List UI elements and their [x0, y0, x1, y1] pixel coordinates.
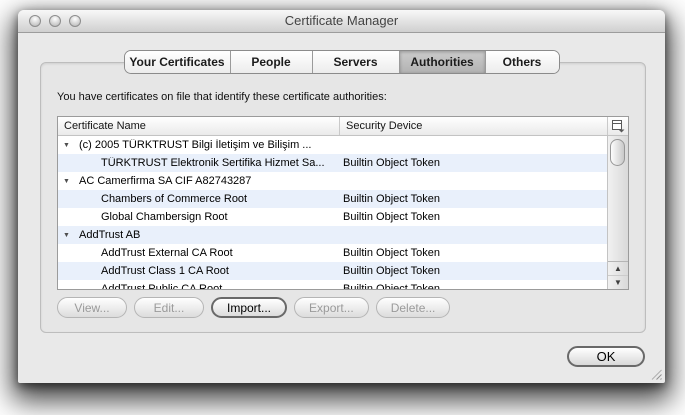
- certificate-name-cell: Global Chambersign Root: [58, 211, 339, 223]
- disclosure-triangle-icon[interactable]: ▼: [63, 178, 79, 185]
- table-row[interactable]: ▼(c) 2005 TÜRKTRUST Bilgi İletişim ve Bi…: [58, 136, 609, 154]
- scroll-down-button[interactable]: ▼: [608, 275, 628, 289]
- certificate-table: Certificate Name Security Device ▼(c) 20…: [57, 116, 629, 290]
- table-row[interactable]: Global Chambersign Root Builtin Object To…: [58, 208, 609, 226]
- table-row[interactable]: AddTrust Public CA Root Builtin Object To…: [58, 280, 609, 289]
- scroll-up-button[interactable]: ▲: [608, 262, 628, 275]
- screen: Certificate Manager Your Certificates Pe…: [0, 0, 685, 415]
- scrollbar-thumb[interactable]: [610, 139, 625, 166]
- delete-button[interactable]: Delete...: [376, 297, 451, 318]
- view-button[interactable]: View...: [57, 297, 127, 318]
- column-picker-icon: [612, 120, 625, 133]
- scroll-down-icon: ▼: [614, 278, 622, 287]
- certificate-name-cell: Chambers of Commerce Root: [58, 193, 339, 205]
- column-picker-button[interactable]: [607, 117, 628, 135]
- certificate-name-text: AddTrust AB: [79, 229, 140, 241]
- certificate-name-text: AddTrust Class 1 CA Root: [101, 265, 229, 277]
- ok-button[interactable]: OK: [567, 346, 645, 367]
- table-row[interactable]: AddTrust External CA Root Builtin Object …: [58, 244, 609, 262]
- certificate-name-cell: AddTrust External CA Root: [58, 247, 339, 259]
- vertical-scrollbar[interactable]: ▲ ▼: [607, 136, 628, 289]
- tab-bar: Your Certificates People Servers Authori…: [124, 50, 560, 74]
- tab-your-certificates[interactable]: Your Certificates: [125, 51, 230, 73]
- security-device-cell: Builtin Object Token: [339, 247, 609, 259]
- disclosure-triangle-icon[interactable]: ▼: [63, 142, 79, 149]
- description-text: You have certificates on file that ident…: [57, 90, 387, 104]
- certificate-name-cell: AddTrust Class 1 CA Root: [58, 265, 339, 277]
- edit-button[interactable]: Edit...: [134, 297, 204, 318]
- certificate-name-cell: ▼AC Camerfirma SA CIF A82743287: [58, 175, 339, 187]
- certificate-name-cell: ▼(c) 2005 TÜRKTRUST Bilgi İletişim ve Bi…: [58, 139, 339, 151]
- certificate-manager-window: Certificate Manager Your Certificates Pe…: [18, 10, 665, 383]
- scroll-up-icon: ▲: [614, 264, 622, 273]
- table-row[interactable]: Chambers of Commerce Root Builtin Object …: [58, 190, 609, 208]
- traffic-lights: [29, 15, 81, 27]
- certificate-name-text: Global Chambersign Root: [101, 211, 228, 223]
- security-device-cell: Builtin Object Token: [339, 283, 609, 289]
- table-rows: ▼(c) 2005 TÜRKTRUST Bilgi İletişim ve Bi…: [58, 136, 609, 289]
- certificate-name-cell: TÜRKTRUST Elektronik Sertifika Hizmet Sa…: [58, 157, 339, 169]
- certificate-name-text: TÜRKTRUST Elektronik Sertifika Hizmet Sa…: [101, 157, 325, 169]
- certificate-name-text: Chambers of Commerce Root: [101, 193, 247, 205]
- table-row[interactable]: AddTrust Class 1 CA Root Builtin Object T…: [58, 262, 609, 280]
- security-device-cell: Builtin Object Token: [339, 193, 609, 205]
- certificate-name-text: AC Camerfirma SA CIF A82743287: [79, 175, 251, 187]
- disclosure-triangle-icon[interactable]: ▼: [63, 232, 79, 239]
- column-header-security-device[interactable]: Security Device: [339, 117, 607, 135]
- certificate-name-text: AddTrust External CA Root: [101, 247, 233, 259]
- column-header-certificate-name[interactable]: Certificate Name: [58, 117, 339, 135]
- import-button[interactable]: Import...: [211, 297, 287, 318]
- zoom-button[interactable]: [69, 15, 81, 27]
- tab-authorities[interactable]: Authorities: [399, 51, 485, 73]
- certificate-name-cell: AddTrust Public CA Root: [58, 283, 339, 289]
- certificate-name-text: AddTrust Public CA Root: [101, 283, 222, 289]
- certificate-name-cell: ▼AddTrust AB: [58, 229, 339, 241]
- minimize-button[interactable]: [49, 15, 61, 27]
- close-button[interactable]: [29, 15, 41, 27]
- table-row[interactable]: ▼AC Camerfirma SA CIF A82743287: [58, 172, 609, 190]
- security-device-cell: Builtin Object Token: [339, 265, 609, 277]
- tab-servers[interactable]: Servers: [312, 51, 399, 73]
- table-row[interactable]: ▼AddTrust AB: [58, 226, 609, 244]
- action-button-row: View... Edit... Import... Export... Dele…: [57, 297, 450, 318]
- resize-grip-icon[interactable]: [649, 367, 662, 380]
- window-title: Certificate Manager: [18, 10, 665, 32]
- title-bar[interactable]: Certificate Manager: [18, 10, 665, 33]
- tab-others[interactable]: Others: [485, 51, 559, 73]
- security-device-cell: Builtin Object Token: [339, 157, 609, 169]
- certificate-name-text: (c) 2005 TÜRKTRUST Bilgi İletişim ve Bil…: [79, 139, 311, 151]
- table-row[interactable]: TÜRKTRUST Elektronik Sertifika Hizmet Sa…: [58, 154, 609, 172]
- security-device-cell: Builtin Object Token: [339, 211, 609, 223]
- tab-people[interactable]: People: [230, 51, 312, 73]
- scrollbar-arrows: ▲ ▼: [608, 261, 628, 289]
- table-header: Certificate Name Security Device: [58, 117, 628, 136]
- export-button[interactable]: Export...: [294, 297, 369, 318]
